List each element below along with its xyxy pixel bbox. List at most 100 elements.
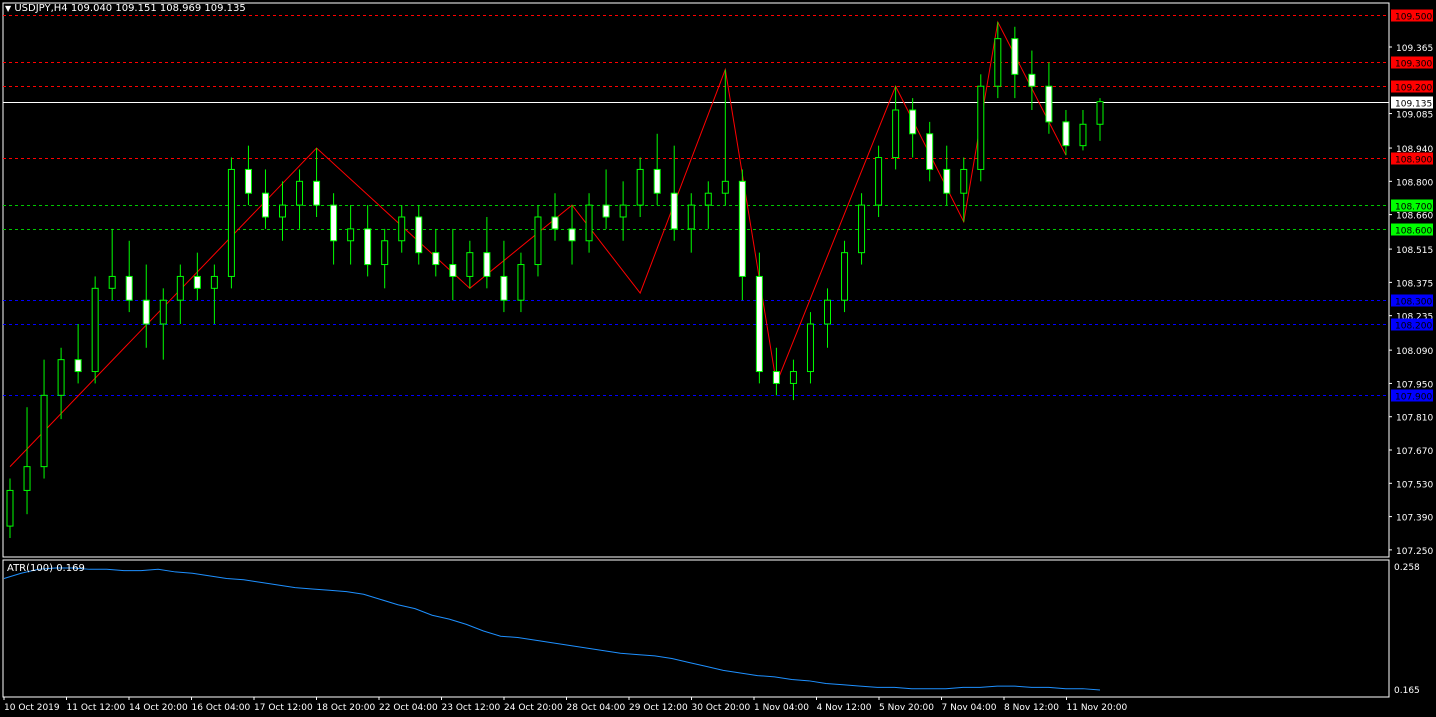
candle-bull — [585, 204, 593, 242]
candle-bear — [261, 192, 269, 218]
price-chart[interactable]: 109.365109.085108.940108.800108.660108.5… — [0, 0, 1436, 717]
atr-line — [3, 567, 1101, 691]
candle-bear — [74, 359, 82, 373]
horizontal-levels[interactable] — [3, 15, 1389, 396]
candle-bear — [602, 204, 610, 218]
candle-bear — [449, 264, 457, 277]
candle-bull — [994, 38, 1002, 87]
candle-bull — [381, 240, 389, 266]
candle-bear — [500, 275, 508, 301]
candle-bull — [279, 204, 286, 218]
candle-bear — [415, 216, 423, 254]
candle-bull — [534, 216, 542, 266]
candle-bull — [176, 275, 184, 301]
atr-polyline — [3, 567, 1101, 691]
price-tick-label: 109.085 — [1396, 111, 1433, 121]
candle-bull — [806, 323, 814, 373]
candle-bull — [687, 204, 695, 230]
time-tick-label: 29 Oct 12:00 — [629, 703, 688, 713]
triangle-down-icon[interactable]: ▼ — [5, 4, 11, 13]
candle-bear — [244, 168, 252, 194]
candle-bull — [704, 192, 712, 206]
candle-bull — [296, 180, 304, 206]
candle-bear — [1062, 121, 1070, 147]
candle-bull — [636, 168, 644, 206]
candle-bull — [466, 252, 474, 277]
time-axis: 10 Oct 2019 11 Oct 12:00 14 Oct 20:00 16 Oc… — [3, 697, 1128, 713]
candle-bull — [347, 228, 355, 242]
candle-bull — [227, 168, 235, 277]
level-tag-text: 108.600 — [1395, 227, 1432, 237]
time-tick-label: 17 Oct 12:00 — [254, 703, 313, 713]
candle-bear — [1028, 73, 1036, 87]
time-tick-label: 5 Nov 20:00 — [879, 703, 934, 713]
candle-bear — [568, 228, 576, 242]
symbol-info: USDJPY,H4 109.040 109.151 108.969 109.13… — [14, 3, 246, 14]
level-tag-text: 108.700 — [1395, 203, 1432, 213]
candle-bull — [6, 489, 14, 527]
time-tick-label: 14 Oct 20:00 — [129, 703, 188, 713]
indicator-axis-bottom: 0.165 — [1394, 686, 1420, 696]
candle-bear — [125, 275, 133, 301]
candle-bull — [398, 216, 406, 242]
candle-bull — [1079, 123, 1087, 147]
candle-bull — [892, 109, 900, 159]
candle-bull — [210, 275, 218, 289]
price-tick-label: 107.390 — [1396, 514, 1433, 524]
candle-bear — [551, 216, 559, 230]
candle-bear — [313, 180, 321, 206]
price-tick-label: 109.365 — [1396, 44, 1433, 54]
chart-window[interactable]: 109.365 109.085 108.940 108.800 108.660 108.5… — [0, 0, 1436, 717]
candle-bear — [364, 228, 372, 266]
time-tick-label: 22 Oct 04:00 — [379, 703, 438, 713]
price-tick-label: 107.670 — [1396, 447, 1433, 457]
price-tick-label: 107.810 — [1396, 414, 1433, 424]
price-tick-label: 107.530 — [1396, 480, 1433, 490]
time-tick-label: 8 Nov 12:00 — [1004, 703, 1059, 713]
current-price-text: 109.135 — [1395, 100, 1432, 110]
time-tick-label: 18 Oct 20:00 — [317, 703, 376, 713]
time-tick-label: 7 Nov 04:00 — [942, 703, 997, 713]
candle-bull — [108, 275, 116, 289]
candle-bear — [1045, 85, 1053, 123]
candle-bear — [193, 275, 201, 289]
candle-bull — [721, 180, 729, 194]
candle-bear — [432, 252, 440, 266]
level-tag-text: 108.900 — [1395, 156, 1432, 166]
indicator-frame — [2, 559, 1390, 698]
price-tick-label: 107.950 — [1396, 380, 1433, 390]
time-tick-label: 1 Nov 04:00 — [754, 703, 809, 713]
level-tag-text: 108.200 — [1395, 322, 1432, 332]
level-tag-text: 109.500 — [1395, 13, 1432, 23]
level-labels: 109.500109.300109.200108.900108.700108.6… — [1391, 9, 1433, 403]
time-tick-label: 23 Oct 12:00 — [442, 703, 501, 713]
candle-bear — [670, 192, 678, 230]
price-tick-label: 108.375 — [1396, 279, 1433, 289]
price-tick-label: 108.660 — [1396, 212, 1433, 222]
level-tag-text: 108.300 — [1395, 298, 1432, 308]
time-tick-label: 24 Oct 20:00 — [504, 703, 563, 713]
candle-bull — [841, 252, 849, 301]
price-tick-label: 107.250 — [1396, 547, 1433, 557]
time-tick-label: 11 Nov 20:00 — [1067, 703, 1128, 713]
candles — [6, 22, 1104, 538]
time-tick-label: 16 Oct 04:00 — [192, 703, 251, 713]
candle-bear — [926, 133, 934, 170]
candle-bull — [40, 394, 48, 468]
candle-bull — [1096, 101, 1104, 125]
candle-bull — [789, 371, 797, 384]
time-tick-label: 30 Oct 20:00 — [692, 703, 751, 713]
candle-bear — [738, 180, 746, 277]
price-tick-label: 108.090 — [1396, 347, 1433, 357]
candle-bull — [517, 264, 525, 301]
candle-bear — [483, 252, 491, 277]
candle-bear — [909, 109, 917, 135]
level-tag-text: 107.900 — [1395, 393, 1432, 403]
candle-bear — [653, 168, 661, 194]
candle-bull — [159, 299, 167, 325]
candle-bear — [943, 168, 951, 194]
candle-bull — [824, 299, 831, 325]
price-tick-label: 108.800 — [1396, 178, 1433, 188]
candle-bull — [858, 204, 866, 254]
candle-bull — [977, 85, 985, 170]
